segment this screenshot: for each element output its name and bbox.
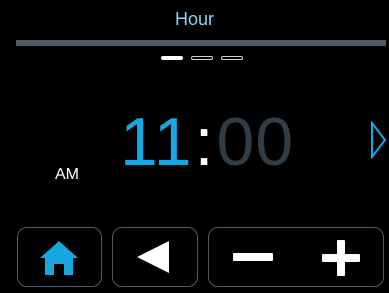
hour-value[interactable]: 11 bbox=[120, 102, 193, 182]
header-divider bbox=[16, 40, 386, 46]
decrement-button[interactable] bbox=[209, 228, 296, 286]
adjust-control bbox=[208, 227, 384, 287]
home-icon bbox=[40, 241, 78, 275]
increment-button[interactable] bbox=[296, 228, 383, 286]
page-title: Hour bbox=[174, 9, 214, 29]
time-display: 11:00 bbox=[120, 102, 294, 182]
back-button[interactable] bbox=[112, 227, 198, 287]
page-indicator bbox=[161, 56, 245, 62]
plus-icon bbox=[322, 240, 360, 276]
minus-icon bbox=[233, 253, 273, 261]
page-dot bbox=[221, 56, 243, 60]
back-arrow-icon bbox=[137, 241, 169, 273]
am-pm-indicator[interactable]: AM bbox=[55, 165, 79, 185]
page-dot-active bbox=[161, 56, 183, 60]
chevron-right-icon[interactable] bbox=[370, 121, 388, 159]
time-separator: : bbox=[194, 104, 215, 180]
page-dot bbox=[191, 56, 213, 60]
home-button[interactable] bbox=[17, 227, 102, 287]
minutes-value[interactable]: 00 bbox=[217, 102, 295, 182]
